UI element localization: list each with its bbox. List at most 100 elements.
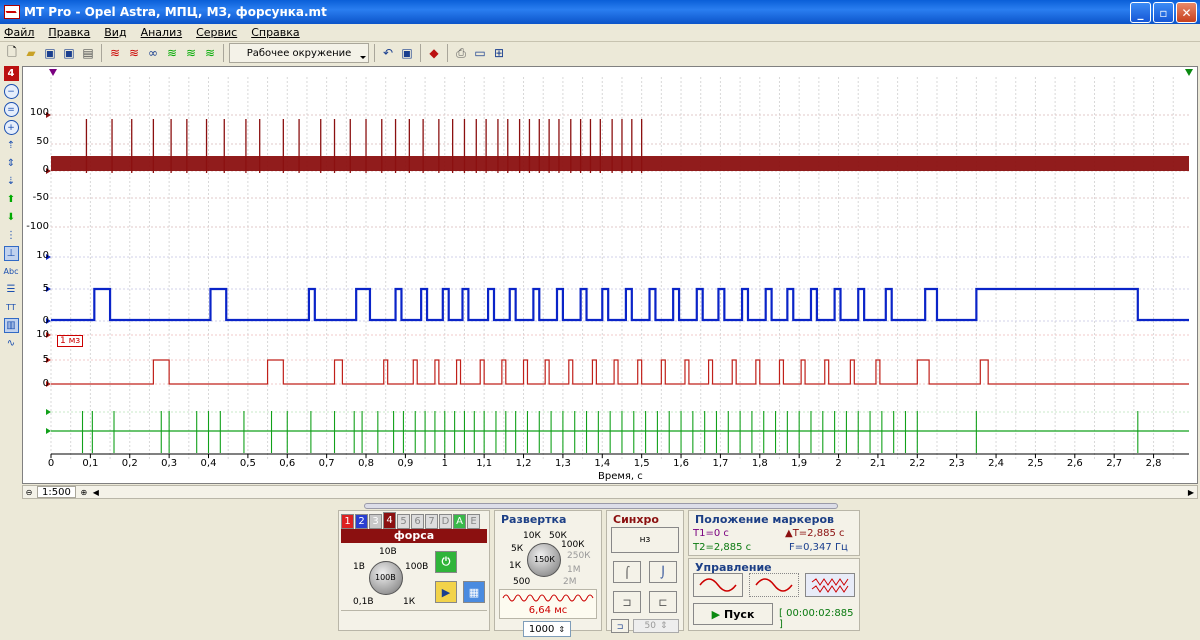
sync-source-select[interactable]: нз (611, 527, 679, 553)
post-trigger-icon[interactable]: ⊏ (649, 591, 677, 613)
channel-tab-3[interactable]: 3 (369, 514, 382, 529)
ch3-y-label: 0 (42, 378, 49, 389)
wave-mode-icon[interactable] (749, 573, 799, 597)
spectrum-icon[interactable]: ∿ (4, 336, 19, 351)
zoom-minus-icon[interactable]: ⊖ (23, 486, 35, 498)
scale-up-icon[interactable]: ⇡ (4, 138, 19, 153)
right-marker-icon[interactable] (1185, 69, 1193, 76)
channel-tab-a[interactable]: A (453, 514, 466, 529)
wave-icon-3[interactable]: ∞ (145, 45, 161, 61)
save-all-icon[interactable]: ▤ (80, 45, 96, 61)
menu-view[interactable]: Вид (104, 26, 126, 39)
wave-icon-2[interactable]: ≋ (126, 45, 142, 61)
move-down-icon[interactable]: ⬇ (4, 210, 19, 225)
menu-file[interactable]: Файл (4, 26, 34, 39)
wave-icon-4[interactable]: ≋ (164, 45, 180, 61)
scroll-track[interactable] (102, 487, 1185, 497)
wave-icon-1[interactable]: ≋ (107, 45, 123, 61)
falling-edge-icon[interactable]: ⌡ (649, 561, 677, 583)
move-up-icon[interactable]: ⬆ (4, 192, 19, 207)
list-icon[interactable]: ☰ (4, 282, 19, 297)
channel-tab-e[interactable]: E (467, 514, 480, 529)
ch2-y-label: 0 (42, 315, 49, 326)
menu-help[interactable]: Справка (251, 26, 299, 39)
sync-level-spinner[interactable]: 50 ⇕ (633, 619, 679, 633)
menu-analysis[interactable]: Анализ (141, 26, 183, 39)
chart-view-icon[interactable]: ▥ (3, 318, 19, 333)
horizontal-scrollbar[interactable]: ⊖ 1:500 ⊕ ◀ ▶ (22, 485, 1198, 499)
left-marker-icon[interactable] (49, 69, 57, 76)
undo-icon[interactable]: ↶ (380, 45, 396, 61)
text-icon[interactable]: TT (4, 300, 19, 315)
waveform-canvas[interactable] (23, 67, 1197, 483)
single-wave-icon[interactable] (693, 573, 743, 597)
wave-icon-5[interactable]: ≋ (183, 45, 199, 61)
zoom-in-icon[interactable]: + (3, 120, 19, 135)
zoom-fit-icon[interactable]: = (3, 102, 19, 117)
screen-icon[interactable]: ▭ (472, 45, 488, 61)
ch3-y-label: 10 (36, 329, 49, 340)
grid-icon[interactable]: ⋮ (4, 228, 19, 243)
menu-service[interactable]: Сервис (196, 26, 237, 39)
channel-tab-4[interactable]: 4 (383, 512, 396, 529)
channel-tab-7[interactable]: 7 (425, 514, 438, 529)
scroll-left-icon[interactable]: ◀ (90, 486, 102, 498)
play-icon[interactable]: ▶ (435, 581, 457, 603)
car-icon[interactable]: ◆ (426, 45, 442, 61)
save-icon[interactable]: ▣ (42, 45, 58, 61)
sync-level: 50 (644, 621, 656, 631)
x-tick-label: 0 (47, 458, 55, 469)
rising-edge-icon[interactable]: ⌠ (613, 561, 641, 583)
zoom-out-icon[interactable]: − (3, 84, 19, 99)
minimize-button[interactable]: _ (1130, 2, 1151, 23)
ch2-trace (51, 287, 1189, 322)
scale-down-icon[interactable]: ⇣ (4, 174, 19, 189)
voltage-range-knob[interactable]: 100В (369, 561, 403, 595)
close-button[interactable]: ✕ (1176, 2, 1197, 23)
marker-dt: ▲T=2,885 с (785, 528, 845, 539)
zoom-value[interactable]: 1:500 (37, 486, 76, 498)
channel-tab-6[interactable]: 6 (411, 514, 424, 529)
panel-splitter[interactable] (364, 503, 838, 509)
maximize-button[interactable]: ▫ (1153, 2, 1174, 23)
scroll-right-icon[interactable]: ▶ (1185, 486, 1197, 498)
channel-tab-2[interactable]: 2 (355, 514, 368, 529)
range-label: 1К (403, 597, 416, 607)
sync-title: Синхро (613, 513, 659, 526)
ch1-y-label: -50 (32, 192, 49, 203)
auto-trigger-icon[interactable]: ⊐ (611, 619, 629, 633)
channel-tab-5[interactable]: 5 (397, 514, 410, 529)
sweep-title: Развертка (501, 513, 567, 526)
elapsed-timer: [ 00:00:02:885 ] (779, 608, 854, 630)
channel-tab-1[interactable]: 1 (341, 514, 354, 529)
power-icon[interactable]: ⏻ (435, 551, 457, 573)
x-tick-label: 2,2 (909, 458, 926, 469)
wave-icon-6[interactable]: ≋ (202, 45, 218, 61)
environment-select[interactable]: Рабочее окружение (229, 43, 369, 63)
ruler-icon[interactable]: ⊥ (3, 246, 19, 261)
channel-4-indicator[interactable]: 4 (3, 66, 19, 81)
pre-trigger-icon[interactable]: ⊐ (613, 591, 641, 613)
channel-tab-d[interactable]: D (439, 514, 452, 529)
calculator-icon[interactable]: ▦ (463, 581, 485, 603)
x-tick-label: 1,4 (594, 458, 611, 469)
menu-edit[interactable]: Правка (48, 26, 90, 39)
save-as-icon[interactable]: ▣ (61, 45, 77, 61)
open-folder-icon[interactable]: ▰ (23, 45, 39, 61)
sweep-label: 5К (511, 544, 524, 554)
points-value: 1000 (528, 623, 555, 635)
multi-wave-icon[interactable] (805, 573, 855, 597)
labels-icon[interactable]: Abc (4, 264, 19, 279)
layout-icon[interactable]: ⊞ (491, 45, 507, 61)
start-button[interactable]: ▶ Пуск (693, 603, 773, 625)
scale-default-icon[interactable]: ⇕ (4, 156, 19, 171)
title-bar: MT Pro - Opel Astra, МПЦ, МЗ, форсунка.m… (0, 0, 1200, 24)
oscillogram-plot[interactable]: 100 50 0 -50 -100 10 5 0 10 5 0 1 мз 0 0,… (22, 66, 1198, 484)
points-spinner[interactable]: 1000 ⇕ (523, 621, 571, 637)
zoom-plus-icon[interactable]: ⊕ (78, 486, 90, 498)
new-file-icon[interactable]: 🗋 (4, 45, 20, 61)
save-environment-icon[interactable]: ▣ (399, 45, 415, 61)
printer-icon[interactable]: ⎙ (453, 45, 469, 61)
sweep-knob[interactable]: 150К (527, 543, 561, 577)
x-tick-label: 2,8 (1145, 458, 1162, 469)
